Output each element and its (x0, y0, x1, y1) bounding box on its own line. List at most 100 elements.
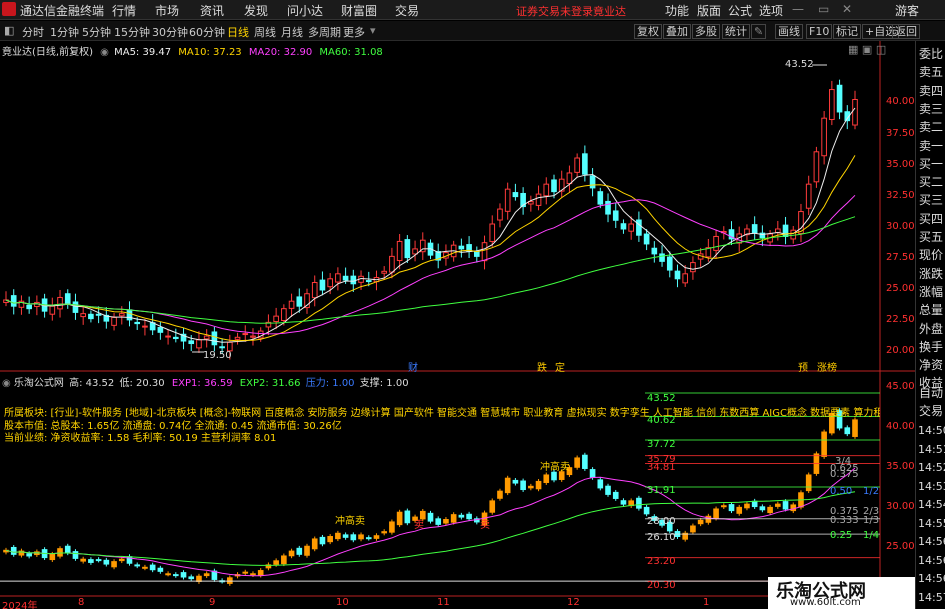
candle-body (335, 273, 341, 283)
candle-body (203, 335, 210, 340)
sub-candle-body (319, 536, 326, 545)
period-weekly[interactable]: 周线 (254, 24, 276, 40)
period-1min[interactable]: 1分钟 (50, 24, 79, 40)
sub-candle-body (165, 573, 171, 576)
period-5min[interactable]: 5分钟 (82, 24, 111, 40)
fraction-label: 0.333 (830, 515, 859, 526)
stock-label: 竟业达(日线,前复权) (2, 47, 93, 58)
sub-candle-body (597, 479, 604, 489)
expand-icon[interactable]: ▣ (862, 43, 872, 56)
menu-hangqing[interactable]: 行情 (112, 2, 136, 19)
settings-icon[interactable]: ✎ (751, 24, 767, 39)
event-marker-die[interactable]: 跌 (537, 359, 547, 374)
menu-shichang[interactable]: 市场 (155, 2, 179, 19)
y-tick: 37.50 (886, 128, 915, 139)
sub-chart-icon[interactable]: ◉ (2, 378, 11, 389)
sub-candle-body (504, 477, 511, 494)
close-icon[interactable]: ✕ (842, 2, 852, 16)
chart-area[interactable] (0, 41, 915, 609)
quote-side-panel: 委比 卖五 卖四 卖三 卖二 卖一 买一 买二 买三 买四 买五 现价 涨跌 涨幅 总量 外盘 换手 净资 收益 自动… (915, 41, 945, 609)
btn-fuquan[interactable]: 复权 (634, 24, 662, 39)
y-tick: 20.00 (886, 345, 915, 356)
minimize-icon[interactable]: — (792, 2, 804, 16)
sub-candle-body (273, 560, 279, 565)
side-label: 买二 (919, 175, 944, 190)
indicator-exp1: EXP1: 36.59 (171, 378, 233, 389)
stock-alert[interactable]: 竟业达 (593, 3, 626, 19)
sub-candle-body (373, 535, 380, 539)
menu-jiaoyi[interactable]: 交易 (395, 2, 419, 19)
btn-f10[interactable]: F10 (806, 24, 833, 39)
more-dropdown-icon[interactable]: ▾ (370, 24, 376, 37)
period-60min[interactable]: 60分钟 (189, 24, 225, 40)
menu-banmian[interactable]: 版面 (697, 2, 721, 19)
period-multi[interactable]: 多周期 (308, 24, 341, 40)
sub-candle-body (775, 503, 781, 507)
indicator-pressure: 压力: 1.00 (305, 378, 355, 389)
grid-icon[interactable]: ▦ (848, 43, 858, 56)
menu-faxian[interactable]: 发现 (244, 2, 268, 19)
candle-body (10, 295, 17, 307)
sub-candle-body (736, 506, 743, 514)
period-more[interactable]: 更多 (343, 24, 365, 40)
period-daily[interactable]: 日线 (227, 24, 249, 40)
sub-candle-body (466, 513, 472, 520)
panel-toggle-icon[interactable]: ◧ (4, 24, 14, 37)
candle-body (250, 335, 256, 338)
btn-huaxian[interactable]: 画线 (775, 24, 803, 39)
btn-biaoji[interactable]: 标记 (833, 24, 861, 39)
event-marker-ding[interactable]: 定 (555, 359, 565, 374)
collapse-icon[interactable]: ◫ (876, 43, 886, 56)
menu-gongshi[interactable]: 公式 (728, 2, 752, 19)
side-label: 涨跌 (919, 266, 944, 281)
menu-caifuquan[interactable]: 财富圈 (341, 2, 377, 19)
event-marker-zhangbang[interactable]: 涨榜 (817, 359, 837, 374)
candle-body (666, 256, 673, 271)
candle-body (543, 183, 550, 197)
app-title: 通达信金融终端 (20, 4, 105, 18)
y-tick: 25.00 (886, 283, 915, 294)
btn-fanhui[interactable]: 返回 (892, 24, 920, 39)
login-alert[interactable]: 证券交易未登录 (516, 3, 593, 19)
menu-wenxiaoda[interactable]: 问小达 (287, 2, 323, 19)
performance-info: 当前业绩: 净资收益率: 1.58 毛利率: 50.19 主营利润率 8.01 (4, 433, 277, 444)
period-15min[interactable]: 15分钟 (114, 24, 150, 40)
y-tick: 35.00 (886, 159, 915, 170)
btn-duogu[interactable]: 多股 (692, 24, 720, 39)
candle-body (574, 157, 580, 173)
event-marker-cai[interactable]: 财 (408, 359, 418, 374)
sub-candle-body (111, 561, 117, 568)
sub-candle-body (327, 536, 333, 543)
menu-gongneng[interactable]: 功能 (665, 2, 689, 19)
level-label: 31.91 (647, 485, 676, 496)
sub-candle-body (443, 519, 449, 524)
candle-body (49, 305, 56, 315)
guest-label[interactable]: 游客 (895, 2, 919, 19)
period-30min[interactable]: 30分钟 (152, 24, 188, 40)
menu-zixun[interactable]: 资讯 (200, 2, 224, 19)
candle-body (836, 84, 843, 113)
btn-tongji[interactable]: 统计 (722, 24, 750, 39)
event-marker-yu[interactable]: 预 (798, 359, 808, 374)
candle-body (713, 235, 719, 251)
period-monthly[interactable]: 月线 (281, 24, 303, 40)
sub-candle-body (528, 485, 534, 489)
sub-candle-body (497, 490, 503, 499)
app-logo-icon (2, 2, 16, 16)
chart-settings-icon[interactable]: ◉ (100, 47, 109, 58)
period-fenshi[interactable]: 分时 (22, 24, 44, 40)
candle-body (659, 253, 665, 262)
sub-candle-body (358, 534, 364, 540)
maximize-icon[interactable]: ▭ (818, 2, 829, 16)
main-chart-header: 竟业达(日线,前复权) ◉ MA5: 39.47 MA10: 37.23 MA2… (2, 43, 383, 58)
sub-candle-body (620, 500, 627, 505)
candle-body (497, 208, 503, 221)
candle-body (118, 313, 125, 317)
btn-diejia[interactable]: 叠加 (663, 24, 691, 39)
candle-body (473, 251, 480, 257)
sub-candle-body (450, 514, 457, 523)
y-tick: 25.00 (886, 541, 915, 552)
date-tick: 2024年 (2, 601, 38, 609)
indicator-support: 支撑: 1.00 (359, 378, 409, 389)
menu-xuanxiang[interactable]: 选项 (759, 2, 783, 19)
